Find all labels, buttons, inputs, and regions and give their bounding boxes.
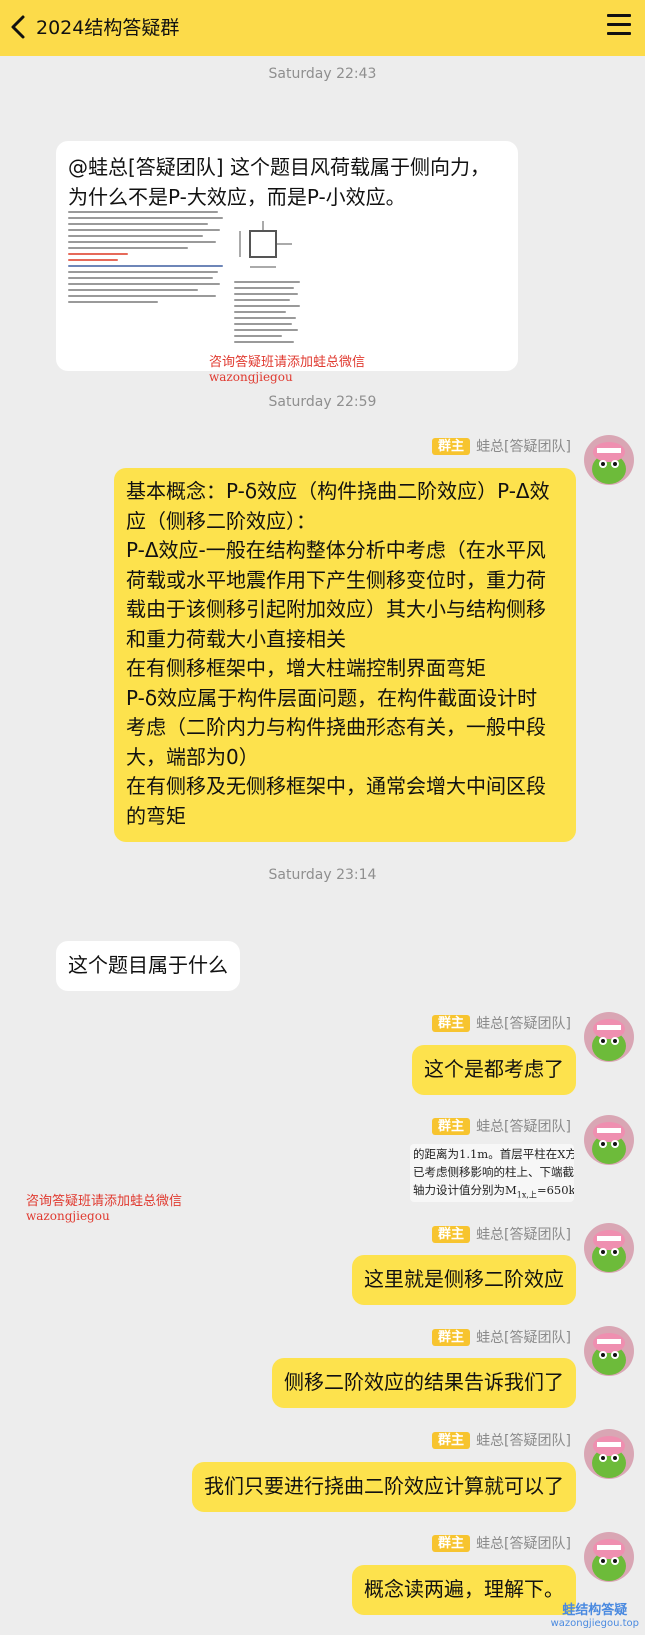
chat-title: 2024结构答疑群	[36, 17, 180, 39]
sender-info: 群主 蛙总[答疑团队]	[432, 1534, 571, 1552]
snippet-line: 轴力设计值分别为M1x,上=650kN·m	[413, 1183, 574, 1200]
message-bubble-right[interactable]: 这里就是侧移二阶效应	[352, 1255, 576, 1305]
chat-header: 2024结构答疑群	[0, 0, 645, 56]
image-snippet-message[interactable]: 的距离为1.1m。首层平柱在X方向 已考虑侧移影响的柱上、下端截面 轴力设计值分…	[410, 1144, 574, 1202]
watermark: 咨询答疑班请添加蛙总微信 wazongjiegou	[26, 1194, 183, 1223]
message-text-line: 大，端部为0）	[126, 744, 259, 769]
message-text: 侧移二阶效应的结果告诉我们了	[284, 1370, 564, 1394]
avatar[interactable]	[584, 1223, 634, 1273]
message-text-line: 在有侧移框架中，增大柱端控制界面弯矩	[126, 656, 486, 680]
group-owner-badge: 群主	[432, 437, 471, 455]
message-text: 为什么不是P-大效应，而是P-小效应。	[68, 184, 406, 209]
message-text-line: 在有侧移及无侧移框架中，通常会增大中间区段	[126, 774, 546, 798]
attached-diagram-image[interactable]	[236, 219, 296, 279]
avatar[interactable]	[584, 435, 634, 485]
message-text-line: P-Δ效应-一般在结构整体分析中考虑（在水平风	[126, 538, 546, 562]
group-owner-badge: 群主	[432, 1328, 471, 1346]
sender-name: 蛙总[答疑团队]	[476, 1330, 571, 1346]
message-bubble-right[interactable]: 基本概念：P-δ效应（构件挠曲二阶效应）P-Δ效 应（侧移二阶效应）： P-Δ效…	[114, 468, 576, 842]
message-bubble-left[interactable]: @蛙总[答疑团队] 这个题目风荷载属于侧向力， 为什么不是P-大效应，而是P-小…	[56, 141, 518, 371]
avatar[interactable]	[584, 1115, 634, 1165]
sender-info: 群主 蛙总[答疑团队]	[432, 1328, 571, 1346]
snippet-line: 已考虑侧移影响的柱上、下端截面	[413, 1165, 574, 1179]
timestamp: Saturday 22:43	[268, 66, 377, 82]
message-text: 这里就是侧移二阶效应	[364, 1267, 564, 1291]
group-owner-badge: 群主	[432, 1431, 471, 1449]
message-text-line: P-δ效应属于构件层面问题，在构件截面设计时	[126, 685, 538, 710]
message-bubble-left[interactable]: 这个题目属于什么	[56, 941, 240, 991]
hamburger-menu-icon[interactable]	[607, 14, 631, 38]
avatar[interactable]	[584, 1012, 634, 1062]
group-owner-badge: 群主	[432, 1534, 471, 1552]
group-owner-badge: 群主	[432, 1117, 471, 1135]
group-owner-badge: 群主	[432, 1014, 471, 1032]
watermark: 咨询答疑班请添加蛙总微信 wazongjiegou	[209, 355, 366, 384]
sender-info: 群主 蛙总[答疑团队]	[432, 1225, 571, 1243]
sender-info: 群主 蛙总[答疑团队]	[432, 1117, 571, 1135]
avatar[interactable]	[584, 1429, 634, 1479]
snippet-line: 的距离为1.1m。首层平柱在X方向	[413, 1147, 574, 1161]
corner-watermark: 蛙结构答疑 wazongjiegou.top	[550, 1603, 639, 1629]
sender-info: 群主 蛙总[答疑团队]	[432, 1431, 571, 1449]
message-text-line: 荷载或水平地震作用下产生侧移变位时，重力荷	[126, 567, 546, 592]
message-text: 我们只要进行挠曲二阶效应计算就可以了	[204, 1474, 564, 1498]
avatar[interactable]	[584, 1532, 634, 1582]
attached-solution-image[interactable]	[234, 281, 304, 359]
sender-name: 蛙总[答疑团队]	[476, 1119, 571, 1135]
attached-question-image[interactable]	[68, 211, 228, 359]
sender-name: 蛙总[答疑团队]	[476, 1227, 571, 1243]
message-bubble-right[interactable]: 我们只要进行挠曲二阶效应计算就可以了	[192, 1462, 576, 1512]
sender-info: 群主 蛙总[答疑团队]	[432, 1014, 571, 1032]
message-text: 这个是都考虑了	[424, 1057, 564, 1081]
sender-name: 蛙总[答疑团队]	[476, 1536, 571, 1552]
chevron-left-icon[interactable]	[6, 10, 36, 44]
message-text: @蛙总[答疑团队] 这个题目风荷载属于侧向力，	[68, 155, 490, 179]
message-text: 这个题目属于什么	[68, 953, 228, 977]
message-bubble-right[interactable]: 概念读两遍，理解下。	[352, 1565, 576, 1615]
sender-name: 蛙总[答疑团队]	[476, 1016, 571, 1032]
avatar[interactable]	[584, 1326, 634, 1376]
sender-name: 蛙总[答疑团队]	[476, 439, 571, 455]
sender-info: 群主 蛙总[答疑团队]	[432, 437, 571, 455]
message-text-line: 应（侧移二阶效应）：	[126, 508, 316, 533]
group-owner-badge: 群主	[432, 1225, 471, 1243]
sender-name: 蛙总[答疑团队]	[476, 1433, 571, 1449]
message-text-line: 基本概念：P-δ效应（构件挠曲二阶效应）P-Δ效	[126, 479, 550, 503]
timestamp: Saturday 23:14	[268, 867, 377, 883]
message-text-line: 载由于该侧移引起附加效应）其大小与结构侧移	[126, 597, 546, 621]
timestamp: Saturday 22:59	[268, 394, 377, 410]
message-text-line: 的弯矩	[126, 803, 186, 828]
message-text-line: 和重力荷载大小直接相关	[126, 626, 346, 651]
message-bubble-right[interactable]: 这个是都考虑了	[412, 1045, 576, 1095]
message-text-line: 考虑（二阶内力与构件挠曲形态有关，一般中段	[126, 715, 546, 739]
message-bubble-right[interactable]: 侧移二阶效应的结果告诉我们了	[272, 1358, 576, 1408]
message-text: 概念读两遍，理解下。	[364, 1577, 564, 1601]
